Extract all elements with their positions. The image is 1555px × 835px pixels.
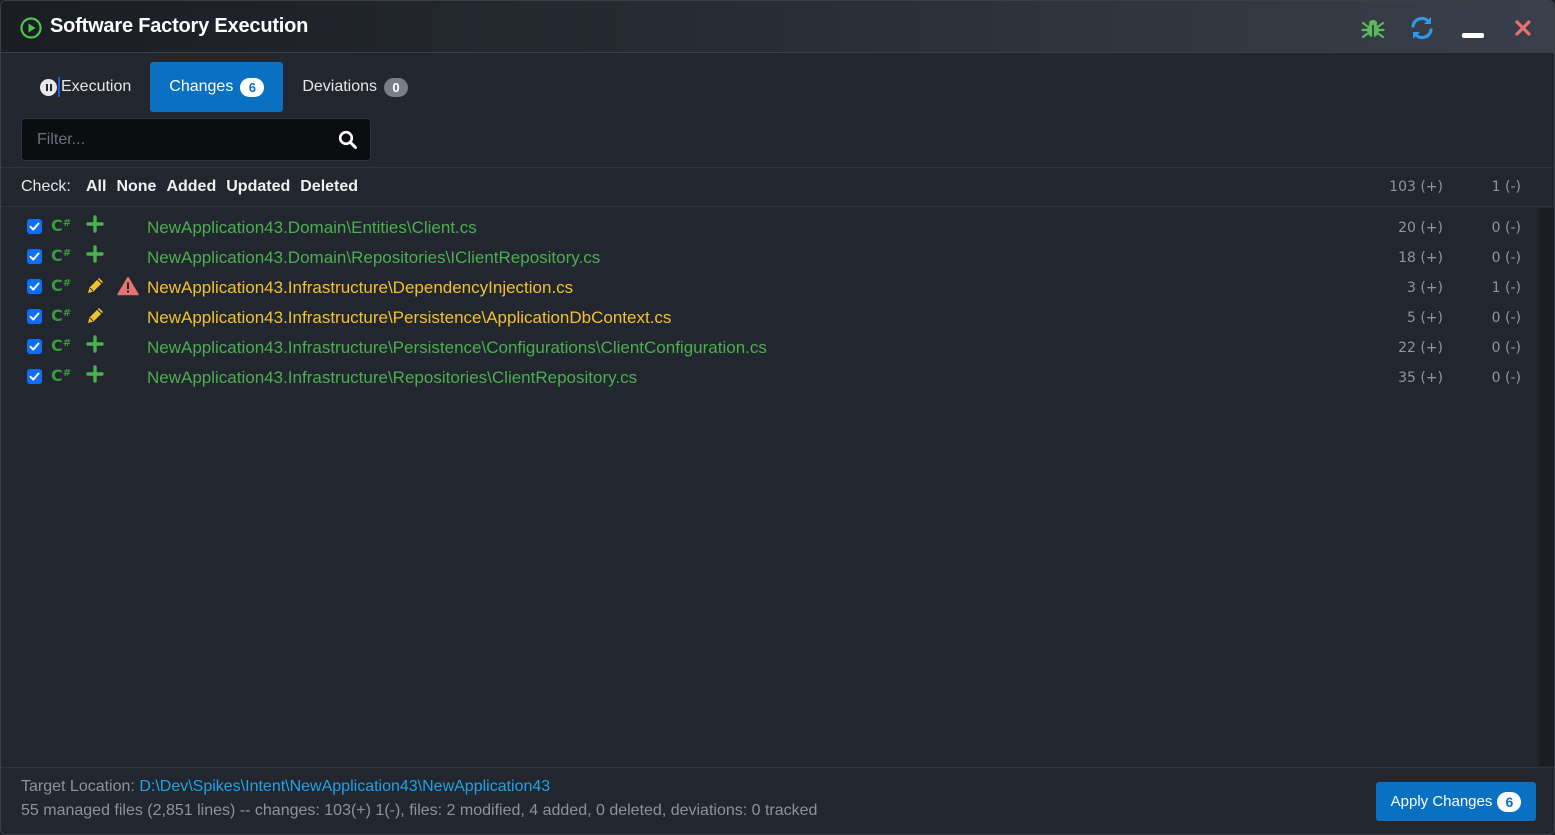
software-factory-window: Software Factory Execution Execution Cha… xyxy=(0,0,1555,835)
search-icon[interactable] xyxy=(338,130,358,150)
lines-deleted: 0 (-) xyxy=(1491,220,1521,236)
pause-circle-icon xyxy=(40,78,57,96)
lines-added: 20 (+) xyxy=(1398,220,1443,236)
lines-added: 18 (+) xyxy=(1398,250,1443,266)
lines-deleted: 0 (-) xyxy=(1491,310,1521,326)
added-plus-icon xyxy=(86,245,104,263)
check-bar: Check: All None Added Updated Deleted 10… xyxy=(1,167,1554,207)
csharp-file-icon: C# xyxy=(51,246,72,265)
check-options: All None Added Updated Deleted xyxy=(86,178,358,196)
minimize-icon xyxy=(1462,33,1484,38)
lines-added: 3 (+) xyxy=(1406,280,1443,296)
check-deleted-link[interactable]: Deleted xyxy=(300,178,358,196)
check-none-link[interactable]: None xyxy=(116,178,156,196)
file-row[interactable]: C# NewApplication43.Infrastructure\Reposi… xyxy=(1,362,1539,392)
file-row[interactable]: C# NewApplication43.Infrastructure\Persis… xyxy=(1,332,1539,362)
target-location-label: Target Location: xyxy=(21,778,135,795)
text-caret xyxy=(58,77,60,97)
file-checkbox[interactable] xyxy=(27,219,42,234)
total-added-count: 103 (+) xyxy=(1389,179,1443,195)
check-added-link[interactable]: Added xyxy=(166,178,216,196)
tab-bar: Execution Changes 6 Deviations 0 xyxy=(21,62,427,112)
file-path[interactable]: NewApplication43.Infrastructure\Persiste… xyxy=(147,338,767,358)
lines-deleted: 0 (-) xyxy=(1491,370,1521,386)
file-row[interactable]: C# NewApplication43.Infrastructure\Persis… xyxy=(1,302,1539,332)
checkmark-icon xyxy=(29,222,40,231)
lines-deleted: 0 (-) xyxy=(1491,250,1521,266)
updated-pencil-icon xyxy=(88,308,103,323)
checkmark-icon xyxy=(29,282,40,291)
warning-icon xyxy=(117,276,139,296)
checkmark-icon xyxy=(29,372,40,381)
apply-changes-button[interactable]: Apply Changes 6 xyxy=(1376,782,1536,821)
tab-changes[interactable]: Changes 6 xyxy=(150,62,284,112)
apply-changes-label: Apply Changes xyxy=(1390,793,1493,810)
lines-added: 5 (+) xyxy=(1406,310,1443,326)
tab-changes-label: Changes xyxy=(169,78,234,95)
tab-execution-label: Execution xyxy=(61,78,132,95)
play-circle-icon xyxy=(20,17,42,39)
file-checkbox[interactable] xyxy=(27,339,42,354)
csharp-file-icon: C# xyxy=(51,336,72,355)
title-bar: Software Factory Execution xyxy=(1,1,1554,53)
tab-deviations[interactable]: Deviations 0 xyxy=(283,62,427,112)
file-path[interactable]: NewApplication43.Domain\Repositories\ICl… xyxy=(147,248,600,268)
file-checkbox[interactable] xyxy=(27,369,42,384)
refresh-button[interactable] xyxy=(1409,15,1435,41)
refresh-icon xyxy=(1411,16,1433,40)
check-label: Check: xyxy=(21,178,71,195)
file-checkbox[interactable] xyxy=(27,249,42,264)
bug-icon xyxy=(1361,20,1385,39)
total-deleted-count: 1 (-) xyxy=(1491,179,1521,195)
filter-box xyxy=(21,118,371,161)
file-path[interactable]: NewApplication43.Infrastructure\Reposito… xyxy=(147,368,637,388)
changes-count-badge: 6 xyxy=(240,77,265,97)
csharp-file-icon: C# xyxy=(51,306,72,325)
added-plus-icon xyxy=(86,365,104,383)
added-plus-icon xyxy=(86,335,104,353)
summary-text: 55 managed files (2,851 lines) -- change… xyxy=(21,802,818,819)
checkmark-icon xyxy=(29,252,40,261)
close-button[interactable] xyxy=(1510,15,1536,41)
minimize-button[interactable] xyxy=(1460,15,1486,41)
file-path[interactable]: NewApplication43.Infrastructure\Dependen… xyxy=(147,278,573,298)
file-checkbox[interactable] xyxy=(27,279,42,294)
target-location-link[interactable]: D:\Dev\Spikes\Intent\NewApplication43\Ne… xyxy=(139,778,550,795)
added-plus-icon xyxy=(86,215,104,233)
file-path[interactable]: NewApplication43.Infrastructure\Persiste… xyxy=(147,308,671,328)
check-updated-link[interactable]: Updated xyxy=(226,178,290,196)
deviations-count-badge: 0 xyxy=(384,77,409,97)
file-path[interactable]: NewApplication43.Domain\Entities\Client.… xyxy=(147,218,477,238)
list-scrollbar[interactable] xyxy=(1539,208,1554,766)
updated-pencil-icon xyxy=(88,278,103,293)
lines-deleted: 1 (-) xyxy=(1491,280,1521,296)
file-row[interactable]: C# NewApplication43.Domain\Repositories\I… xyxy=(1,242,1539,272)
filter-input[interactable] xyxy=(22,119,332,160)
window-title: Software Factory Execution xyxy=(50,15,309,37)
target-location: Target Location: D:\Dev\Spikes\Intent\Ne… xyxy=(21,778,550,796)
csharp-file-icon: C# xyxy=(51,216,72,235)
lines-added: 22 (+) xyxy=(1398,340,1443,356)
lines-added: 35 (+) xyxy=(1398,370,1443,386)
tab-execution[interactable]: Execution xyxy=(21,62,150,112)
file-checkbox[interactable] xyxy=(27,309,42,324)
checkmark-icon xyxy=(29,342,40,351)
changes-list: C# NewApplication43.Domain\Entities\Clien… xyxy=(1,208,1539,766)
tab-deviations-label: Deviations xyxy=(302,78,378,95)
debug-button[interactable] xyxy=(1360,15,1386,41)
csharp-file-icon: C# xyxy=(51,366,72,385)
footer: Target Location: D:\Dev\Spikes\Intent\Ne… xyxy=(1,767,1554,834)
csharp-file-icon: C# xyxy=(51,276,72,295)
file-row[interactable]: C# NewApplication43.Infrastructure\Depend… xyxy=(1,272,1539,302)
lines-deleted: 0 (-) xyxy=(1491,340,1521,356)
apply-changes-badge: 6 xyxy=(1497,791,1522,812)
check-all-link[interactable]: All xyxy=(86,178,106,196)
file-row[interactable]: C# NewApplication43.Domain\Entities\Clien… xyxy=(1,212,1539,242)
close-icon xyxy=(1515,20,1531,36)
checkmark-icon xyxy=(29,312,40,321)
